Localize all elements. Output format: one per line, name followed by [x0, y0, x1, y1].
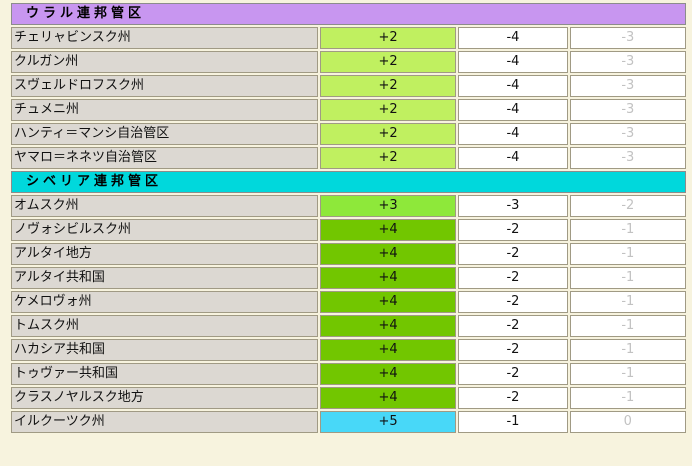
region-name-cell: スヴェルドロフスク州 — [11, 75, 318, 97]
table-row: ハンティ＝マンシ自治管区 +2 -4 -3 — [11, 123, 686, 145]
time-difference-cell: -2 — [458, 243, 568, 265]
summer-time-difference-cell: -3 — [569, 99, 686, 121]
time-difference-cell: -4 — [458, 123, 568, 145]
time-difference-cell: -4 — [458, 147, 568, 169]
utc-offset-cell: +2 — [319, 123, 457, 145]
table-row: トムスク州 +4 -2 -1 — [11, 315, 686, 337]
section-header-row: シベリア連邦管区 — [11, 171, 686, 193]
summer-time-difference-cell: -2 — [569, 195, 686, 217]
region-name-cell: アルタイ地方 — [11, 243, 318, 265]
region-name-cell: トゥヴァー共和国 — [11, 363, 318, 385]
utc-offset-cell: +4 — [319, 243, 457, 265]
utc-offset-cell: +4 — [319, 339, 457, 361]
time-difference-cell: -2 — [458, 219, 568, 241]
utc-offset-cell: +3 — [319, 195, 457, 217]
time-difference-cell: -2 — [458, 267, 568, 289]
time-difference-cell: -1 — [458, 411, 568, 433]
utc-offset-cell: +4 — [319, 363, 457, 385]
summer-time-difference-cell: -3 — [569, 51, 686, 73]
summer-time-difference-cell: -1 — [569, 219, 686, 241]
summer-time-difference-cell: 0 — [569, 411, 686, 433]
region-name-cell: クラスノヤルスク地方 — [11, 387, 318, 409]
utc-offset-cell: +2 — [319, 51, 457, 73]
time-difference-cell: -4 — [458, 75, 568, 97]
region-name-cell: ハンティ＝マンシ自治管区 — [11, 123, 318, 145]
timezone-table: ウラル連邦管区 チェリャビンスク州 +2 -4 -3 クルガン州 +2 -4 -3 スヴェルドロフ… — [9, 1, 688, 435]
utc-offset-cell: +2 — [319, 75, 457, 97]
summer-time-difference-cell: -3 — [569, 123, 686, 145]
section-title: ウラル連邦管区 — [11, 3, 686, 25]
region-name-cell: オムスク州 — [11, 195, 318, 217]
summer-time-difference-cell: -1 — [569, 267, 686, 289]
table-row: アルタイ地方 +4 -2 -1 — [11, 243, 686, 265]
region-name-cell: ノヴォシビルスク州 — [11, 219, 318, 241]
utc-offset-cell: +2 — [319, 147, 457, 169]
utc-offset-cell: +2 — [319, 27, 457, 49]
timezone-table-body: ウラル連邦管区 チェリャビンスク州 +2 -4 -3 クルガン州 +2 -4 -3 スヴェルドロフ… — [11, 3, 686, 433]
region-name-cell: アルタイ共和国 — [11, 267, 318, 289]
time-difference-cell: -2 — [458, 315, 568, 337]
region-name-cell: イルクーツク州 — [11, 411, 318, 433]
time-difference-cell: -2 — [458, 339, 568, 361]
summer-time-difference-cell: -1 — [569, 243, 686, 265]
table-row: オムスク州 +3 -3 -2 — [11, 195, 686, 217]
table-row: クラスノヤルスク地方 +4 -2 -1 — [11, 387, 686, 409]
time-difference-cell: -2 — [458, 291, 568, 313]
table-row: イルクーツク州 +5 -1 0 — [11, 411, 686, 433]
section-title: シベリア連邦管区 — [11, 171, 686, 193]
region-name-cell: チェリャビンスク州 — [11, 27, 318, 49]
table-row: ハカシア共和国 +4 -2 -1 — [11, 339, 686, 361]
time-difference-cell: -4 — [458, 51, 568, 73]
region-name-cell: トムスク州 — [11, 315, 318, 337]
summer-time-difference-cell: -1 — [569, 387, 686, 409]
table-row: チェリャビンスク州 +2 -4 -3 — [11, 27, 686, 49]
time-difference-cell: -2 — [458, 363, 568, 385]
time-difference-cell: -4 — [458, 99, 568, 121]
table-row: ノヴォシビルスク州 +4 -2 -1 — [11, 219, 686, 241]
table-row: クルガン州 +2 -4 -3 — [11, 51, 686, 73]
time-difference-cell: -3 — [458, 195, 568, 217]
utc-offset-cell: +2 — [319, 99, 457, 121]
utc-offset-cell: +4 — [319, 267, 457, 289]
utc-offset-cell: +4 — [319, 315, 457, 337]
table-row: アルタイ共和国 +4 -2 -1 — [11, 267, 686, 289]
summer-time-difference-cell: -1 — [569, 291, 686, 313]
table-row: スヴェルドロフスク州 +2 -4 -3 — [11, 75, 686, 97]
table-row: チュメニ州 +2 -4 -3 — [11, 99, 686, 121]
region-name-cell: ケメロヴォ州 — [11, 291, 318, 313]
utc-offset-cell: +5 — [319, 411, 457, 433]
table-row: ケメロヴォ州 +4 -2 -1 — [11, 291, 686, 313]
region-name-cell: ハカシア共和国 — [11, 339, 318, 361]
summer-time-difference-cell: -1 — [569, 339, 686, 361]
region-name-cell: ヤマロ＝ネネツ自治管区 — [11, 147, 318, 169]
summer-time-difference-cell: -1 — [569, 315, 686, 337]
summer-time-difference-cell: -3 — [569, 147, 686, 169]
region-name-cell: クルガン州 — [11, 51, 318, 73]
summer-time-difference-cell: -3 — [569, 27, 686, 49]
time-difference-cell: -4 — [458, 27, 568, 49]
table-row: ヤマロ＝ネネツ自治管区 +2 -4 -3 — [11, 147, 686, 169]
utc-offset-cell: +4 — [319, 387, 457, 409]
table-row: トゥヴァー共和国 +4 -2 -1 — [11, 363, 686, 385]
section-header-row: ウラル連邦管区 — [11, 3, 686, 25]
region-name-cell: チュメニ州 — [11, 99, 318, 121]
utc-offset-cell: +4 — [319, 291, 457, 313]
summer-time-difference-cell: -3 — [569, 75, 686, 97]
utc-offset-cell: +4 — [319, 219, 457, 241]
summer-time-difference-cell: -1 — [569, 363, 686, 385]
time-difference-cell: -2 — [458, 387, 568, 409]
